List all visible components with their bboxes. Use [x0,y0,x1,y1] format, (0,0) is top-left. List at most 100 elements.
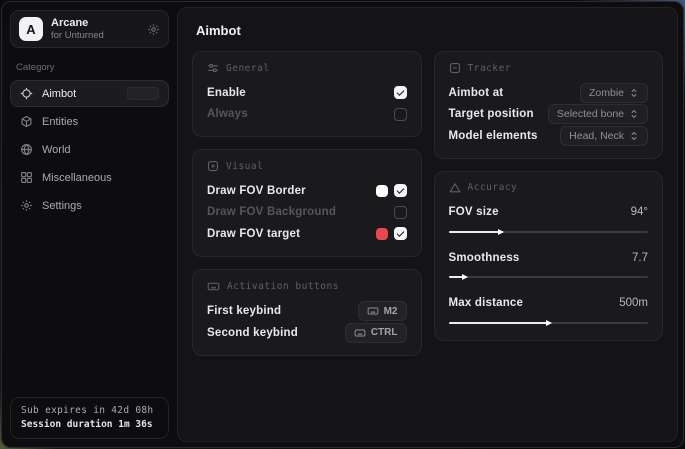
slider-fill [449,231,501,233]
setting-row-aimbot-at: Aimbot at Zombie [449,82,649,104]
fov-size-slider[interactable] [449,227,649,236]
second-keybind-button[interactable]: CTRL [345,323,407,343]
cube-icon [20,115,33,128]
globe-icon [20,143,33,156]
target-position-select[interactable]: Selected bone [548,104,648,124]
max-distance-value: 500m [619,297,648,309]
category-label: Category [16,62,163,73]
general-card: General Enable Always [192,51,422,137]
setting-row-first-keybind: First keybind M2 [207,301,407,323]
setting-label: Aimbot at [449,87,504,99]
section-title: General [226,63,270,74]
gear-icon[interactable] [147,23,160,36]
setting-label: Target position [449,108,534,120]
setting-label: Smoothness [449,252,520,264]
triangle-icon [449,182,461,194]
fov-border-checkbox[interactable] [394,184,407,197]
setting-label: Always [207,108,248,120]
sliders-icon [207,62,219,74]
setting-label: Max distance [449,297,524,309]
fov-background-checkbox[interactable] [394,206,407,219]
brand-card: A Arcane for Unturned [10,10,169,48]
setting-row-enable: Enable [207,82,407,104]
smoothness-slider[interactable] [449,273,649,282]
section-header-general: General [207,62,407,74]
setting-label: Draw FOV target [207,228,300,240]
first-keybind-button[interactable]: M2 [358,301,407,321]
slider-thumb[interactable] [462,274,468,280]
setting-row-always: Always [207,104,407,126]
slider-label-row: FOV size 94° [449,202,649,224]
setting-row-target-position: Target position Selected bone [449,104,649,126]
accuracy-card: Accuracy FOV size 94° [434,171,664,342]
sidebar-item-miscellaneous[interactable]: Miscellaneous [10,164,169,191]
setting-label: Model elements [449,130,538,142]
section-header-tracker: Tracker [449,62,649,74]
tracker-card: Tracker Aimbot at Zombie [434,51,664,159]
brand-title: Arcane [51,17,104,30]
fov-target-checkbox[interactable] [394,227,407,240]
section-title: Activation buttons [227,281,339,292]
subscription-status-card: Sub expires in 42d 08h Session duration … [10,397,169,439]
slider-thumb[interactable] [498,229,504,235]
smoothness-value: 7.7 [632,252,648,264]
scan-box-icon [449,62,461,74]
chevron-up-down-icon [629,131,639,141]
setting-row-fov-target: Draw FOV target [207,223,407,245]
sidebar-item-settings[interactable]: Settings [10,192,169,219]
sidebar: A Arcane for Unturned Category A [2,2,177,447]
sidebar-item-label: Entities [42,116,78,128]
main-panel: Aimbot General Enable [177,7,678,442]
chevron-up-down-icon [629,109,639,119]
aimbot-at-select[interactable]: Zombie [580,83,648,103]
enable-checkbox[interactable] [394,86,407,99]
smoothness-group: Smoothness 7.7 [449,247,649,282]
chevron-up-down-icon [629,88,639,98]
grid-icon [20,171,33,184]
slider-label-row: Max distance 500m [449,293,649,315]
hotkey-hint-badge [127,87,159,100]
keyboard-icon [367,305,379,317]
select-value: Zombie [589,87,624,99]
setting-row-second-keybind: Second keybind CTRL [207,322,407,344]
arcane-logo: A [19,17,43,41]
slider-thumb[interactable] [546,320,552,326]
slider-fill [449,322,549,324]
section-title: Accuracy [468,182,518,193]
fov-border-color-swatch[interactable] [376,185,388,197]
section-header-visual: Visual [207,160,407,172]
sparkle-box-icon [207,160,219,172]
fov-size-value: 94° [631,206,648,218]
fov-target-color-swatch[interactable] [376,228,388,240]
left-column: General Enable Always [192,51,422,356]
setting-label: Second keybind [207,327,298,339]
model-elements-select[interactable]: Head, Neck [560,126,648,146]
visual-card: Visual Draw FOV Border Draw FOV Backgrou… [192,149,422,257]
sidebar-item-aimbot[interactable]: Aimbot [10,80,169,107]
always-checkbox[interactable] [394,108,407,121]
slider-track [449,276,649,278]
keyboard-icon [207,280,220,293]
select-value: Selected bone [557,108,624,120]
section-title: Tracker [468,63,512,74]
section-header-accuracy: Accuracy [449,182,649,194]
sidebar-item-world[interactable]: World [10,136,169,163]
setting-label: Draw FOV Background [207,206,336,218]
sidebar-item-label: World [42,144,71,156]
setting-label: First keybind [207,305,281,317]
fov-size-group: FOV size 94° [449,202,649,237]
keybind-value: CTRL [371,327,398,338]
keyboard-icon [354,327,366,339]
setting-row-fov-background: Draw FOV Background [207,202,407,224]
page-title: Aimbot [196,23,663,38]
gear-icon [20,199,33,212]
sidebar-item-label: Miscellaneous [42,172,112,184]
right-column: Tracker Aimbot at Zombie [434,51,664,341]
brand-text: Arcane for Unturned [51,17,104,42]
setting-label: Draw FOV Border [207,185,306,197]
activation-buttons-card: Activation buttons First keybind M2 [192,269,422,356]
sidebar-item-entities[interactable]: Entities [10,108,169,135]
setting-label: Enable [207,87,246,99]
max-distance-slider[interactable] [449,318,649,327]
sub-expiry-text: Sub expires in 42d 08h [21,405,158,416]
